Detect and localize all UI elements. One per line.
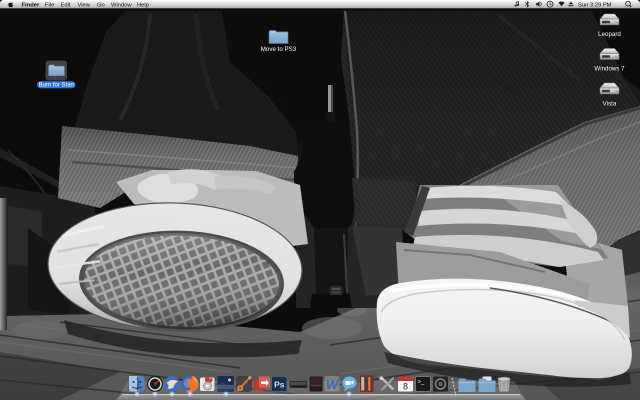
svg-text:8: 8: [403, 382, 408, 392]
svg-text:>_: >_: [418, 380, 426, 386]
svg-text:W: W: [326, 377, 340, 392]
svg-text:Ps: Ps: [274, 379, 285, 389]
